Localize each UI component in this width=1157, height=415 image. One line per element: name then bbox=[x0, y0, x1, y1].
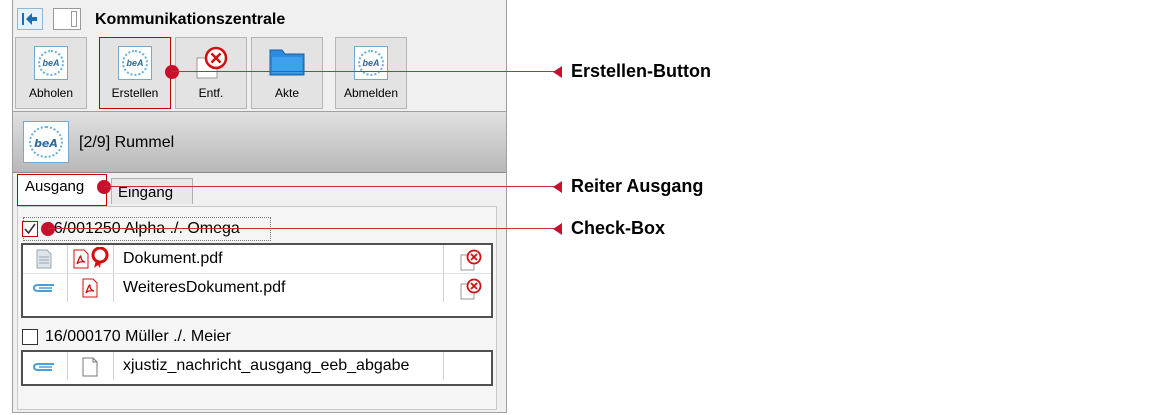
window-title: Kommunikationszentrale bbox=[95, 11, 286, 28]
blank-file-icon bbox=[82, 357, 98, 377]
document-name: WeiteresDokument.pdf bbox=[123, 279, 286, 296]
attachment-icon bbox=[33, 363, 54, 371]
callout-marker bbox=[165, 65, 179, 79]
bea-logo-text: beA bbox=[34, 137, 58, 150]
delete-button[interactable]: Entf. bbox=[175, 37, 247, 109]
callout-marker bbox=[41, 222, 55, 236]
bea-icon: beA bbox=[118, 46, 152, 80]
callout-line bbox=[48, 228, 562, 229]
callout-arrow bbox=[553, 66, 562, 78]
tab-inbox[interactable]: Eingang bbox=[111, 178, 193, 204]
case-label: 16/001250 Alpha ./. Omega bbox=[45, 220, 240, 237]
delete-icon bbox=[196, 46, 228, 79]
create-button-label: Erstellen bbox=[111, 86, 159, 100]
checkmark-icon bbox=[24, 223, 36, 235]
case-label: 16/000170 Müller ./. Meier bbox=[45, 328, 231, 345]
logout-button-label: Abmelden bbox=[343, 86, 399, 100]
signature-seal-icon bbox=[91, 247, 109, 268]
callout-create-button: Erstellen-Button bbox=[571, 61, 712, 81]
arrow-left-icon bbox=[22, 13, 37, 25]
document-icon bbox=[36, 249, 52, 269]
document-name: Dokument.pdf bbox=[123, 250, 223, 267]
callout-line bbox=[104, 186, 562, 187]
delete-button-label: Entf. bbox=[198, 86, 224, 100]
logout-button[interactable]: beA Abmelden bbox=[335, 37, 407, 109]
document-row[interactable]: Dokument.pdf bbox=[23, 245, 491, 274]
tab-outbox[interactable]: Ausgang bbox=[17, 174, 107, 206]
message-list: 16/001250 Alpha ./. Omega Dokument.pdf W… bbox=[17, 206, 497, 410]
delete-icon[interactable] bbox=[460, 249, 482, 271]
pdf-icon bbox=[73, 249, 89, 269]
callout-checkbox: Check-Box bbox=[571, 218, 666, 238]
panel-toggle-icon[interactable] bbox=[53, 8, 81, 30]
fetch-button-label: Abholen bbox=[28, 86, 74, 100]
delete-icon[interactable] bbox=[460, 278, 482, 300]
callout-arrow bbox=[553, 223, 562, 235]
document-row[interactable]: xjustiz_nachricht_ausgang_eeb_abgabe bbox=[23, 352, 491, 380]
bea-logo-icon: beA bbox=[23, 121, 69, 163]
bea-icon: beA bbox=[34, 46, 68, 80]
case-checkbox[interactable] bbox=[22, 329, 38, 345]
document-table: Dokument.pdf WeiteresDokument.pdf bbox=[21, 243, 493, 318]
account-name: [2/9] Rummel bbox=[79, 134, 175, 151]
title-bar: Kommunikationszentrale bbox=[13, 3, 506, 33]
callout-outbox-tab: Reiter Ausgang bbox=[571, 176, 704, 196]
callout-arrow bbox=[553, 181, 562, 193]
pdf-icon bbox=[82, 278, 98, 298]
fetch-button[interactable]: beA Abholen bbox=[15, 37, 87, 109]
attachment-icon bbox=[33, 284, 54, 292]
toolbar: beA Abholen beA Erstellen Entf. Akte beA… bbox=[13, 36, 506, 110]
account-header: beA [2/9] Rummel bbox=[13, 111, 506, 173]
callout-marker bbox=[97, 180, 111, 194]
create-button[interactable]: beA Erstellen bbox=[99, 37, 171, 109]
document-name: xjustiz_nachricht_ausgang_eeb_abgabe bbox=[123, 357, 410, 374]
callout-line bbox=[172, 71, 562, 72]
tab-bar: Ausgang Eingang bbox=[17, 174, 502, 206]
document-table: xjustiz_nachricht_ausgang_eeb_abgabe bbox=[21, 350, 493, 386]
back-button[interactable] bbox=[17, 8, 43, 30]
file-button-label: Akte bbox=[274, 86, 299, 100]
case-checkbox[interactable] bbox=[22, 221, 38, 237]
bea-icon: beA bbox=[354, 46, 388, 80]
document-row[interactable]: WeiteresDokument.pdf bbox=[23, 274, 491, 302]
communication-center-panel: Kommunikationszentrale beA Abholen beA E… bbox=[12, 0, 507, 413]
file-button[interactable]: Akte bbox=[251, 37, 323, 109]
